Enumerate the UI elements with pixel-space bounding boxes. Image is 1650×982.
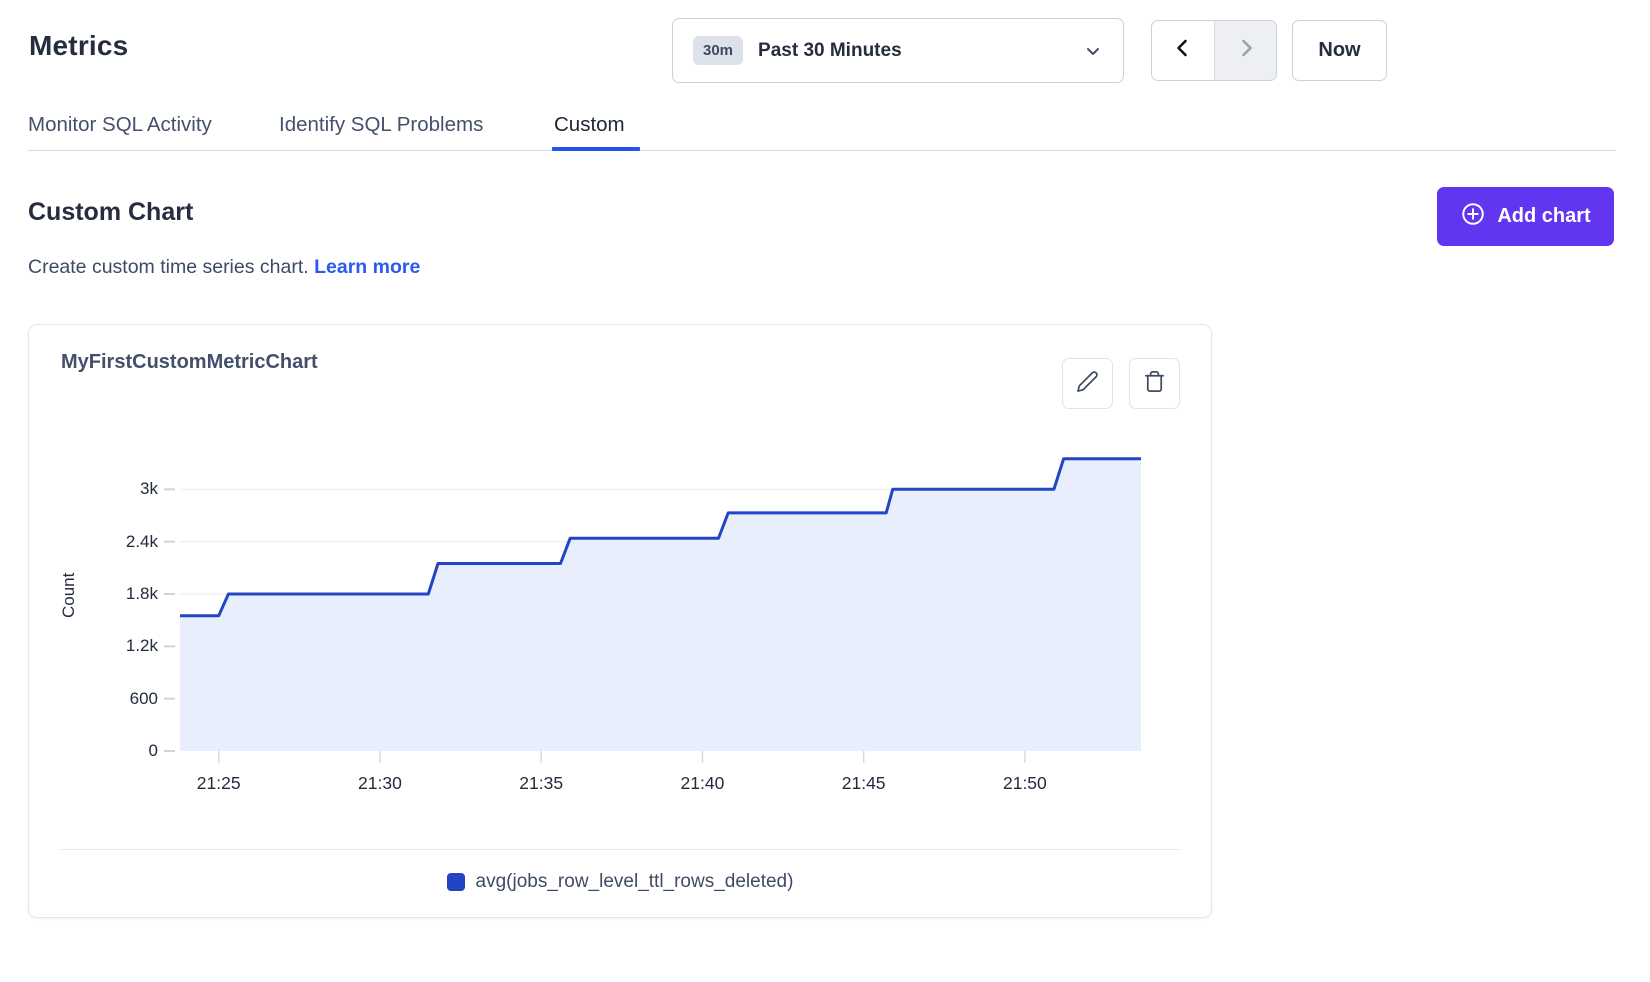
edit-chart-button[interactable] <box>1062 358 1113 409</box>
trash-icon <box>1143 370 1166 398</box>
chevron-right-icon <box>1234 36 1258 65</box>
x-tick-label: 21:40 <box>657 773 747 794</box>
x-tick-label: 21:35 <box>496 773 586 794</box>
y-tick-label: 0 <box>29 741 158 761</box>
time-range-dropdown[interactable]: 30m Past 30 Minutes <box>672 18 1124 83</box>
legend-divider <box>60 849 1180 850</box>
plus-circle-icon <box>1460 201 1486 233</box>
legend-swatch <box>447 873 465 891</box>
tab-monitor-sql-activity[interactable]: Monitor SQL Activity <box>28 110 212 140</box>
add-chart-button-label: Add chart <box>1497 205 1590 228</box>
chart-legend[interactable]: avg(jobs_row_level_ttl_rows_deleted) <box>29 871 1211 893</box>
custom-chart-card: MyFirstCustomMetricChart Count 06001.2k1… <box>28 324 1212 918</box>
tab-custom[interactable]: Custom <box>554 110 625 140</box>
delete-chart-button[interactable] <box>1129 358 1180 409</box>
legend-label: avg(jobs_row_level_ttl_rows_deleted) <box>476 871 794 893</box>
section-heading: Custom Chart <box>28 198 193 227</box>
active-tab-underline <box>552 147 640 151</box>
time-step-button-group <box>1151 20 1277 81</box>
x-tick-label: 21:25 <box>174 773 264 794</box>
y-tick-label: 3k <box>29 479 158 499</box>
section-description: Create custom time series chart. Learn m… <box>28 256 420 279</box>
now-button[interactable]: Now <box>1292 20 1387 81</box>
y-tick-label: 600 <box>29 689 158 709</box>
time-range-badge: 30m <box>693 36 743 65</box>
previous-time-button[interactable] <box>1152 21 1214 80</box>
section-description-text: Create custom time series chart. <box>28 256 309 278</box>
y-tick-label: 1.2k <box>29 636 158 656</box>
y-tick-label: 2.4k <box>29 532 158 552</box>
time-series-plot <box>180 437 1141 751</box>
chart-title: MyFirstCustomMetricChart <box>61 351 318 374</box>
chevron-down-icon <box>1083 41 1103 61</box>
learn-more-link[interactable]: Learn more <box>314 256 420 278</box>
chevron-left-icon <box>1171 36 1195 65</box>
add-chart-button[interactable]: Add chart <box>1437 187 1614 246</box>
metrics-page: Metrics 30m Past 30 Minutes Now Monitor … <box>0 0 1650 982</box>
x-tick-label: 21:45 <box>819 773 909 794</box>
x-tick-label: 21:30 <box>335 773 425 794</box>
tab-identify-sql-problems[interactable]: Identify SQL Problems <box>279 110 483 140</box>
pencil-icon <box>1076 370 1099 398</box>
time-range-label: Past 30 Minutes <box>758 40 902 62</box>
y-tick-label: 1.8k <box>29 584 158 604</box>
page-title: Metrics <box>29 30 128 62</box>
next-time-button[interactable] <box>1214 21 1276 80</box>
x-tick-label: 21:50 <box>980 773 1070 794</box>
tabs-divider <box>28 150 1616 151</box>
